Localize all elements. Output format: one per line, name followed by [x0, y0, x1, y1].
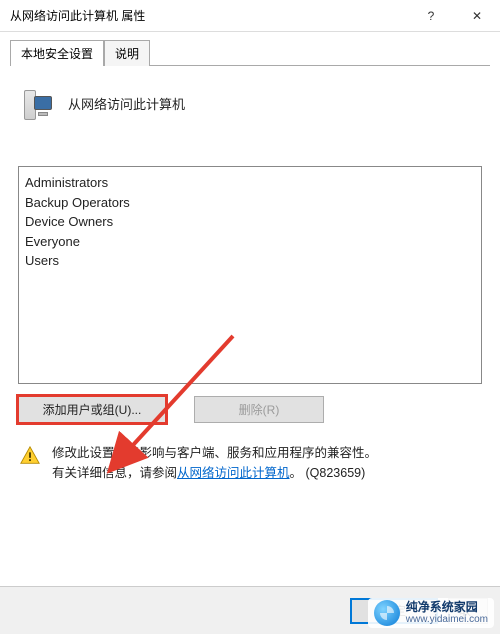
watermark-logo-icon	[374, 600, 400, 626]
watermark-title: 纯净系统家园	[406, 601, 488, 614]
policy-help-link[interactable]: 从网络访问此计算机	[177, 466, 290, 480]
users-groups-listbox[interactable]: Administrators Backup Operators Device O…	[18, 166, 482, 384]
close-icon: ✕	[472, 9, 482, 23]
list-item[interactable]: Device Owners	[25, 212, 475, 232]
list-item[interactable]: Backup Operators	[25, 193, 475, 213]
help-icon: ?	[428, 9, 435, 23]
list-item[interactable]: Everyone	[25, 232, 475, 252]
warning-line2: 有关详细信息，请参阅从网络访问此计算机。 (Q823659)	[52, 463, 377, 483]
action-buttons-row: 添加用户或组(U)... 删除(R)	[18, 396, 482, 423]
watermark-url: www.yidaimei.com	[406, 614, 488, 625]
warning-icon	[18, 445, 42, 467]
tab-content: 从网络访问此计算机 Administrators Backup Operator…	[0, 66, 500, 483]
list-item[interactable]: Administrators	[25, 173, 475, 193]
close-button[interactable]: ✕	[454, 0, 500, 32]
watermark-overlay: 纯净系统家园 www.yidaimei.com	[368, 598, 494, 628]
policy-title: 从网络访问此计算机	[68, 94, 185, 113]
title-bar: 从网络访问此计算机 属性 ? ✕	[0, 0, 500, 32]
warning-line1: 修改此设置可能影响与客户端、服务和应用程序的兼容性。	[52, 443, 377, 463]
window-title: 从网络访问此计算机 属性	[10, 7, 145, 24]
computer-policy-icon	[20, 82, 54, 124]
tab-label: 说明	[115, 47, 139, 61]
policy-header: 从网络访问此计算机	[12, 76, 488, 142]
compatibility-warning: 修改此设置可能影响与客户端、服务和应用程序的兼容性。 有关详细信息，请参阅从网络…	[18, 443, 482, 483]
tab-label: 本地安全设置	[21, 47, 93, 61]
warning-text: 修改此设置可能影响与客户端、服务和应用程序的兼容性。 有关详细信息，请参阅从网络…	[52, 443, 377, 483]
button-label: 添加用户或组(U)...	[43, 401, 142, 418]
help-button[interactable]: ?	[408, 0, 454, 32]
remove-button: 删除(R)	[194, 396, 324, 423]
list-item[interactable]: Users	[25, 251, 475, 271]
tab-strip: 本地安全设置 说明	[10, 40, 490, 66]
button-label: 删除(R)	[239, 401, 280, 418]
add-user-or-group-button[interactable]: 添加用户或组(U)...	[18, 396, 166, 423]
tab-local-security[interactable]: 本地安全设置	[10, 40, 104, 66]
tab-description[interactable]: 说明	[104, 40, 150, 66]
